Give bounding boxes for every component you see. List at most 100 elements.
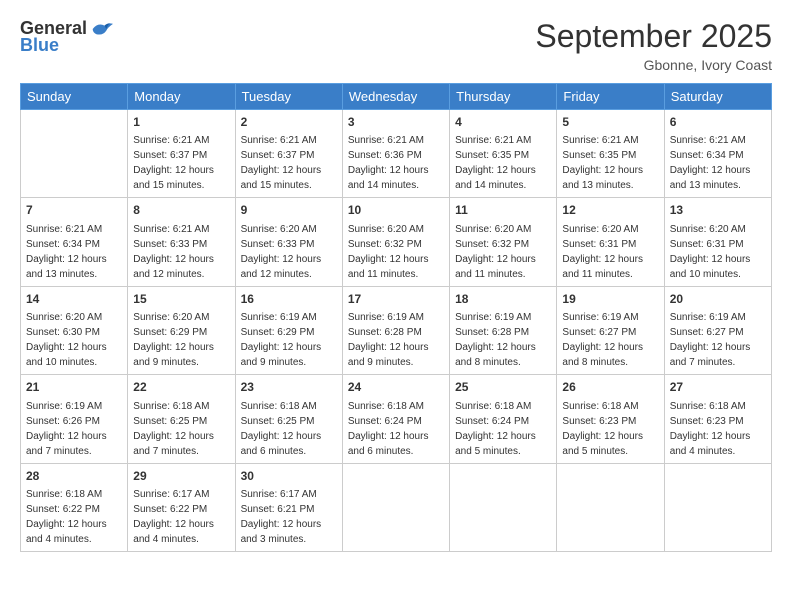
day-number: 20 <box>670 291 766 308</box>
header-row: Sunday Monday Tuesday Wednesday Thursday… <box>21 84 772 110</box>
table-row: 21 Sunrise: 6:19 AM Sunset: 6:26 PM Dayli… <box>21 375 128 463</box>
table-row: 19 Sunrise: 6:19 AM Sunset: 6:27 PM Dayli… <box>557 286 664 374</box>
day-info: Sunrise: 6:21 AM Sunset: 6:34 PM Dayligh… <box>26 222 122 282</box>
table-row <box>664 463 771 551</box>
day-number: 10 <box>348 202 444 219</box>
col-saturday: Saturday <box>664 84 771 110</box>
table-row: 24 Sunrise: 6:18 AM Sunset: 6:24 PM Dayli… <box>342 375 449 463</box>
day-info: Sunrise: 6:21 AM Sunset: 6:37 PM Dayligh… <box>241 133 337 193</box>
table-row: 18 Sunrise: 6:19 AM Sunset: 6:28 PM Dayli… <box>450 286 557 374</box>
day-info: Sunrise: 6:18 AM Sunset: 6:25 PM Dayligh… <box>241 399 337 459</box>
day-info: Sunrise: 6:19 AM Sunset: 6:28 PM Dayligh… <box>348 310 444 370</box>
day-number: 3 <box>348 114 444 131</box>
day-number: 23 <box>241 379 337 396</box>
table-row: 7 Sunrise: 6:21 AM Sunset: 6:34 PM Daylig… <box>21 198 128 286</box>
table-row: 20 Sunrise: 6:19 AM Sunset: 6:27 PM Dayli… <box>664 286 771 374</box>
table-row: 26 Sunrise: 6:18 AM Sunset: 6:23 PM Dayli… <box>557 375 664 463</box>
day-number: 8 <box>133 202 229 219</box>
day-info: Sunrise: 6:20 AM Sunset: 6:32 PM Dayligh… <box>348 222 444 282</box>
day-number: 14 <box>26 291 122 308</box>
day-number: 12 <box>562 202 658 219</box>
table-row: 22Sunrise: 6:18 AM Sunset: 6:25 PM Dayli… <box>128 375 235 463</box>
table-row: 5 Sunrise: 6:21 AM Sunset: 6:35 PM Daylig… <box>557 110 664 198</box>
table-row: 25 Sunrise: 6:18 AM Sunset: 6:24 PM Dayli… <box>450 375 557 463</box>
day-number: 6 <box>670 114 766 131</box>
logo-blue: Blue <box>20 35 59 56</box>
title-area: September 2025 Gbonne, Ivory Coast <box>535 18 772 73</box>
day-number: 30 <box>241 468 337 485</box>
day-number: 9 <box>241 202 337 219</box>
day-number: 13 <box>670 202 766 219</box>
day-info: Sunrise: 6:21 AM Sunset: 6:37 PM Dayligh… <box>133 133 229 193</box>
day-info: Sunrise: 6:19 AM Sunset: 6:27 PM Dayligh… <box>670 310 766 370</box>
day-info: Sunrise: 6:20 AM Sunset: 6:31 PM Dayligh… <box>670 222 766 282</box>
day-info: Sunrise: 6:18 AM Sunset: 6:24 PM Dayligh… <box>455 399 551 459</box>
day-info: Sunrise: 6:17 AM Sunset: 6:22 PM Dayligh… <box>133 487 229 547</box>
table-row <box>21 110 128 198</box>
day-info: Sunrise: 6:18 AM Sunset: 6:22 PM Dayligh… <box>26 487 122 547</box>
day-info: Sunrise: 6:21 AM Sunset: 6:34 PM Dayligh… <box>670 133 766 193</box>
table-row <box>450 463 557 551</box>
table-row <box>557 463 664 551</box>
table-row: 8 Sunrise: 6:21 AM Sunset: 6:33 PM Daylig… <box>128 198 235 286</box>
table-row: 16Sunrise: 6:19 AM Sunset: 6:29 PM Dayli… <box>235 286 342 374</box>
day-number: 7 <box>26 202 122 219</box>
day-number: 16 <box>241 291 337 308</box>
day-number: 21 <box>26 379 122 396</box>
day-info: Sunrise: 6:21 AM Sunset: 6:36 PM Dayligh… <box>348 133 444 193</box>
col-sunday: Sunday <box>21 84 128 110</box>
day-number: 5 <box>562 114 658 131</box>
day-info: Sunrise: 6:19 AM Sunset: 6:28 PM Dayligh… <box>455 310 551 370</box>
day-info: Sunrise: 6:21 AM Sunset: 6:33 PM Dayligh… <box>133 222 229 282</box>
col-thursday: Thursday <box>450 84 557 110</box>
logo-bird-icon <box>91 20 113 38</box>
day-info: Sunrise: 6:18 AM Sunset: 6:23 PM Dayligh… <box>670 399 766 459</box>
col-tuesday: Tuesday <box>235 84 342 110</box>
day-number: 17 <box>348 291 444 308</box>
day-number: 19 <box>562 291 658 308</box>
day-info: Sunrise: 6:20 AM Sunset: 6:31 PM Dayligh… <box>562 222 658 282</box>
col-wednesday: Wednesday <box>342 84 449 110</box>
calendar: Sunday Monday Tuesday Wednesday Thursday… <box>20 83 772 552</box>
day-number: 2 <box>241 114 337 131</box>
table-row: 28 Sunrise: 6:18 AM Sunset: 6:22 PM Dayli… <box>21 463 128 551</box>
day-number: 18 <box>455 291 551 308</box>
day-info: Sunrise: 6:21 AM Sunset: 6:35 PM Dayligh… <box>562 133 658 193</box>
table-row: 29 Sunrise: 6:17 AM Sunset: 6:22 PM Dayli… <box>128 463 235 551</box>
table-row: 1 Sunrise: 6:21 AM Sunset: 6:37 PM Daylig… <box>128 110 235 198</box>
day-number: 11 <box>455 202 551 219</box>
table-row: 11 Sunrise: 6:20 AM Sunset: 6:32 PM Dayli… <box>450 198 557 286</box>
day-number: 1 <box>133 114 229 131</box>
month-title: September 2025 <box>535 18 772 55</box>
day-number: 15 <box>133 291 229 308</box>
day-number: 22 <box>133 379 229 396</box>
table-row: 9 Sunrise: 6:20 AM Sunset: 6:33 PM Daylig… <box>235 198 342 286</box>
table-row: 17 Sunrise: 6:19 AM Sunset: 6:28 PM Dayli… <box>342 286 449 374</box>
table-row: 14Sunrise: 6:20 AM Sunset: 6:30 PM Dayli… <box>21 286 128 374</box>
day-number: 4 <box>455 114 551 131</box>
col-friday: Friday <box>557 84 664 110</box>
day-info: Sunrise: 6:20 AM Sunset: 6:33 PM Dayligh… <box>241 222 337 282</box>
table-row: 27Sunrise: 6:18 AM Sunset: 6:23 PM Dayli… <box>664 375 771 463</box>
header: General Blue September 2025 Gbonne, Ivor… <box>20 18 772 73</box>
table-row: 3 Sunrise: 6:21 AM Sunset: 6:36 PM Daylig… <box>342 110 449 198</box>
day-info: Sunrise: 6:20 AM Sunset: 6:32 PM Dayligh… <box>455 222 551 282</box>
day-info: Sunrise: 6:17 AM Sunset: 6:21 PM Dayligh… <box>241 487 337 547</box>
table-row: 2 Sunrise: 6:21 AM Sunset: 6:37 PM Daylig… <box>235 110 342 198</box>
day-number: 25 <box>455 379 551 396</box>
day-info: Sunrise: 6:19 AM Sunset: 6:26 PM Dayligh… <box>26 399 122 459</box>
location: Gbonne, Ivory Coast <box>535 57 772 73</box>
day-info: Sunrise: 6:19 AM Sunset: 6:27 PM Dayligh… <box>562 310 658 370</box>
day-number: 26 <box>562 379 658 396</box>
table-row: 10 Sunrise: 6:20 AM Sunset: 6:32 PM Dayli… <box>342 198 449 286</box>
day-info: Sunrise: 6:18 AM Sunset: 6:24 PM Dayligh… <box>348 399 444 459</box>
day-info: Sunrise: 6:18 AM Sunset: 6:23 PM Dayligh… <box>562 399 658 459</box>
col-monday: Monday <box>128 84 235 110</box>
table-row: 23 Sunrise: 6:18 AM Sunset: 6:25 PM Dayli… <box>235 375 342 463</box>
table-row: 4Sunrise: 6:21 AM Sunset: 6:35 PM Daylig… <box>450 110 557 198</box>
day-number: 24 <box>348 379 444 396</box>
day-number: 28 <box>26 468 122 485</box>
table-row: 12 Sunrise: 6:20 AM Sunset: 6:31 PM Dayli… <box>557 198 664 286</box>
day-number: 29 <box>133 468 229 485</box>
logo: General Blue <box>20 18 113 56</box>
